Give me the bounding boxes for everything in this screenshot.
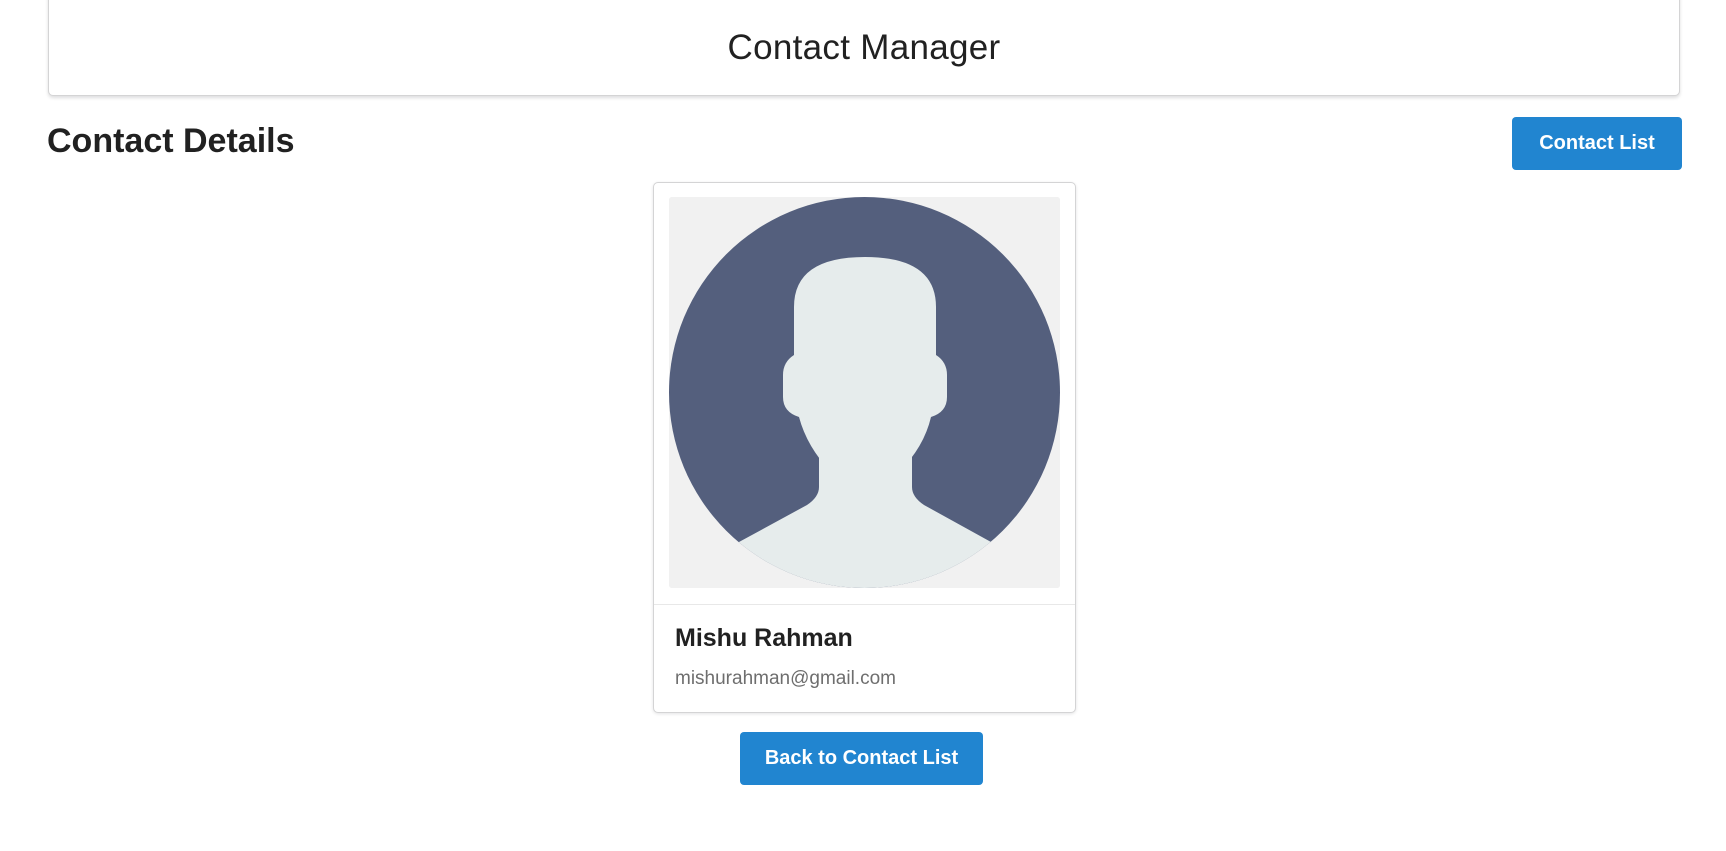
page-title: Contact Details xyxy=(47,122,295,160)
contact-card: Mishu Rahman mishurahman@gmail.com xyxy=(653,182,1076,713)
contact-name: Mishu Rahman xyxy=(675,624,853,652)
contact-list-button[interactable]: Contact List xyxy=(1512,117,1682,170)
page: Contact Manager Contact Details Contact … xyxy=(0,0,1726,851)
app-title: Contact Manager xyxy=(727,27,1001,67)
avatar xyxy=(669,197,1060,588)
app-header: Contact Manager xyxy=(48,0,1680,96)
contact-email: mishurahman@gmail.com xyxy=(675,668,896,689)
back-to-contact-list-button[interactable]: Back to Contact List xyxy=(740,732,983,785)
card-divider xyxy=(654,604,1075,605)
user-avatar-icon xyxy=(669,197,1060,588)
